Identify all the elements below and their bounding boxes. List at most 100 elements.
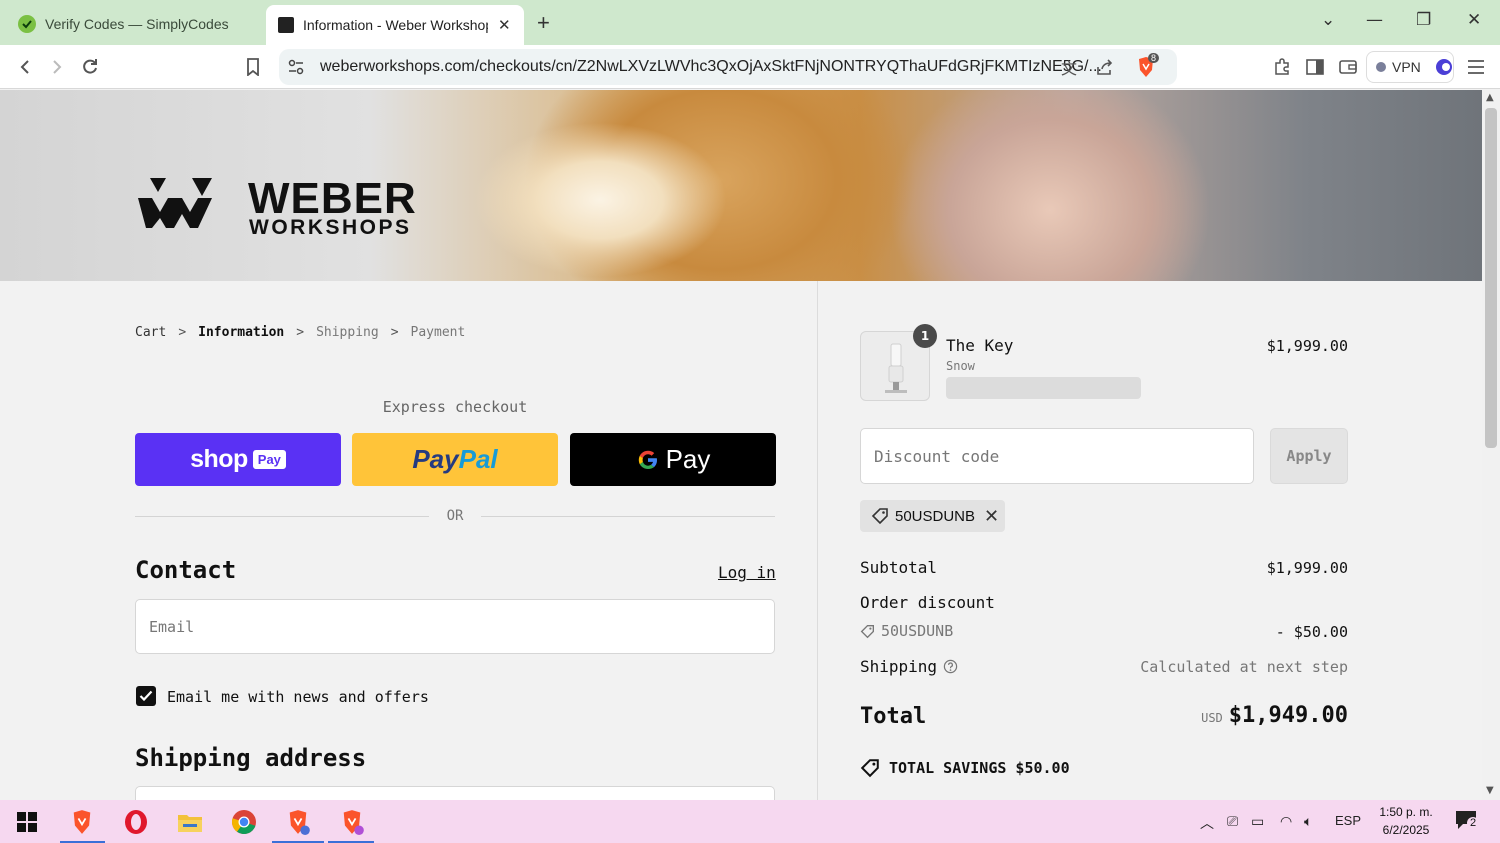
scroll-up-icon[interactable]: ▲ (1486, 92, 1494, 103)
forward-icon[interactable] (44, 54, 70, 80)
remove-discount-icon[interactable]: ✕ (984, 506, 999, 527)
browser-toolbar: weberworkshops.com/checkouts/cn/Z2NwLXVz… (0, 45, 1500, 89)
breadcrumb-cart[interactable]: Cart (135, 325, 166, 340)
weber-favicon-icon (278, 17, 294, 33)
sidebar-icon[interactable] (1302, 54, 1328, 80)
breadcrumb-payment: Payment (410, 325, 466, 340)
translate-icon[interactable]: 文 (1056, 54, 1082, 80)
scroll-down-icon[interactable]: ▼ (1486, 785, 1494, 796)
newsletter-label: Email me with news and offers (167, 688, 429, 706)
breadcrumb-information: Information (198, 325, 285, 340)
clock-date: 6/2/2025 (1382, 823, 1430, 837)
discount-code-field[interactable]: Discount code (860, 428, 1254, 484)
site-info-icon[interactable] (283, 54, 309, 80)
back-icon[interactable] (12, 54, 38, 80)
total-label: Total (860, 704, 927, 729)
chevron-up-icon[interactable]: ︿ (1200, 813, 1214, 833)
contact-heading: Contact (135, 556, 237, 584)
shipping-row: Shipping (860, 657, 958, 676)
brave-shields-icon[interactable]: 8 (1133, 53, 1160, 80)
wallet-icon[interactable] (1335, 54, 1361, 80)
paypal-button[interactable]: Pay Pal (352, 433, 558, 486)
restore-button[interactable]: ❐ (1416, 10, 1431, 30)
newsletter-checkbox[interactable] (136, 686, 156, 706)
order-discount-code: 50USDUNB (860, 622, 953, 640)
google-pay-button[interactable]: Pay (570, 433, 776, 486)
meet-now-icon[interactable]: ⎚ (1227, 813, 1238, 830)
loading-placeholder (946, 377, 1141, 399)
page-scrollbar[interactable]: ▲ ▼ (1482, 90, 1500, 800)
windows-start-icon[interactable] (13, 808, 41, 836)
notifications-icon[interactable]: 2 (1455, 810, 1480, 833)
shop-pay-badge: Pay (252, 450, 286, 469)
checkout-page: WEBER WORKSHOPS Cart > Information > Shi… (0, 90, 1482, 800)
leo-ai-icon[interactable] (1431, 54, 1457, 80)
log-in-link[interactable]: Log in (718, 563, 776, 582)
google-pay-label: Pay (665, 444, 711, 474)
bookmark-icon[interactable] (240, 54, 266, 80)
country-select[interactable] (135, 786, 775, 800)
total-savings: TOTAL SAVINGS $50.00 (860, 758, 1070, 778)
browser-tab-strip: Verify Codes — SimplyCodes Information -… (0, 0, 1500, 45)
product-name: The Key (946, 336, 1014, 355)
product-variant: Snow (946, 359, 975, 373)
email-placeholder: Email (149, 617, 195, 636)
tab-verify-codes[interactable]: Verify Codes — SimplyCodes (10, 6, 260, 42)
brave-profile-icon[interactable] (284, 808, 312, 836)
paypal-logo-part2: Pal (458, 444, 498, 474)
shipping-value: Calculated at next step (1140, 658, 1348, 676)
apply-button[interactable]: Apply (1270, 428, 1348, 484)
tag-icon (860, 759, 879, 778)
new-tab-button[interactable]: + (537, 10, 550, 36)
vpn-label: VPN (1392, 59, 1421, 75)
tab-title: Verify Codes — SimplyCodes (45, 16, 229, 32)
tab-information[interactable]: Information - Weber Workshops ✕ (266, 5, 524, 45)
reload-icon[interactable] (77, 54, 103, 80)
discount-placeholder: Discount code (874, 446, 1000, 466)
menu-icon[interactable] (1463, 54, 1489, 80)
total-value: $1,949.00 (1228, 703, 1348, 728)
product-price: $1,999.00 (1266, 337, 1348, 355)
file-explorer-icon[interactable] (176, 808, 204, 836)
minimize-button[interactable]: — (1366, 10, 1383, 30)
or-divider: OR (135, 508, 775, 524)
shields-badge: 8 (1148, 53, 1160, 63)
discount-code-text: 50USDUNB (881, 622, 954, 640)
total-amount: USD $1,949.00 (1150, 703, 1348, 728)
help-circle-icon[interactable] (943, 659, 958, 674)
checkmark-icon (139, 690, 153, 702)
brave-profile-2-icon[interactable] (338, 808, 366, 836)
subtotal-label: Subtotal (860, 558, 938, 577)
breadcrumb: Cart > Information > Shipping > Payment (135, 325, 465, 340)
tag-icon (871, 508, 888, 525)
close-tab-icon[interactable]: ✕ (498, 16, 511, 34)
extensions-icon[interactable] (1269, 54, 1295, 80)
chrome-icon[interactable] (230, 808, 258, 836)
chevron-right-icon: > (178, 325, 187, 340)
weber-logo-icon (138, 178, 212, 228)
address-bar[interactable]: weberworkshops.com/checkouts/cn/Z2NwLXVz… (279, 49, 1177, 85)
wifi-icon[interactable]: ◠ (1280, 813, 1292, 830)
close-window-button[interactable]: ✕ (1467, 10, 1481, 30)
tag-icon (860, 624, 874, 638)
scrollbar-thumb[interactable] (1485, 108, 1497, 448)
share-icon[interactable] (1092, 54, 1118, 80)
chevron-right-icon: > (296, 325, 305, 340)
battery-icon[interactable]: ▭ (1251, 813, 1264, 830)
paypal-logo-part1: Pay (412, 444, 459, 474)
shop-pay-button[interactable]: shop Pay (135, 433, 341, 486)
opera-icon[interactable] (122, 808, 150, 836)
brand-subname: WORKSHOPS (249, 216, 412, 239)
vpn-status-icon (1376, 62, 1386, 72)
discount-value: - $50.00 (1275, 623, 1348, 641)
total-currency: USD (1201, 711, 1223, 725)
volume-icon[interactable]: 🔈︎ (1304, 813, 1312, 830)
brave-icon[interactable] (68, 808, 96, 836)
language-indicator[interactable]: ESP (1335, 813, 1361, 828)
tab-search-chevron-icon[interactable]: ⌄ (1321, 10, 1335, 30)
email-field[interactable]: Email (135, 599, 775, 654)
applied-discount-chip: 50USDUNB ✕ (860, 500, 1005, 532)
system-clock[interactable]: 1:50 p. m. 6/2/2025 (1376, 803, 1436, 839)
windows-taskbar: ︿ ⎚ ▭ ◠ 🔈︎ ESP 1:50 p. m. 6/2/2025 2 (0, 800, 1500, 843)
shop-pay-word: shop (190, 445, 248, 473)
